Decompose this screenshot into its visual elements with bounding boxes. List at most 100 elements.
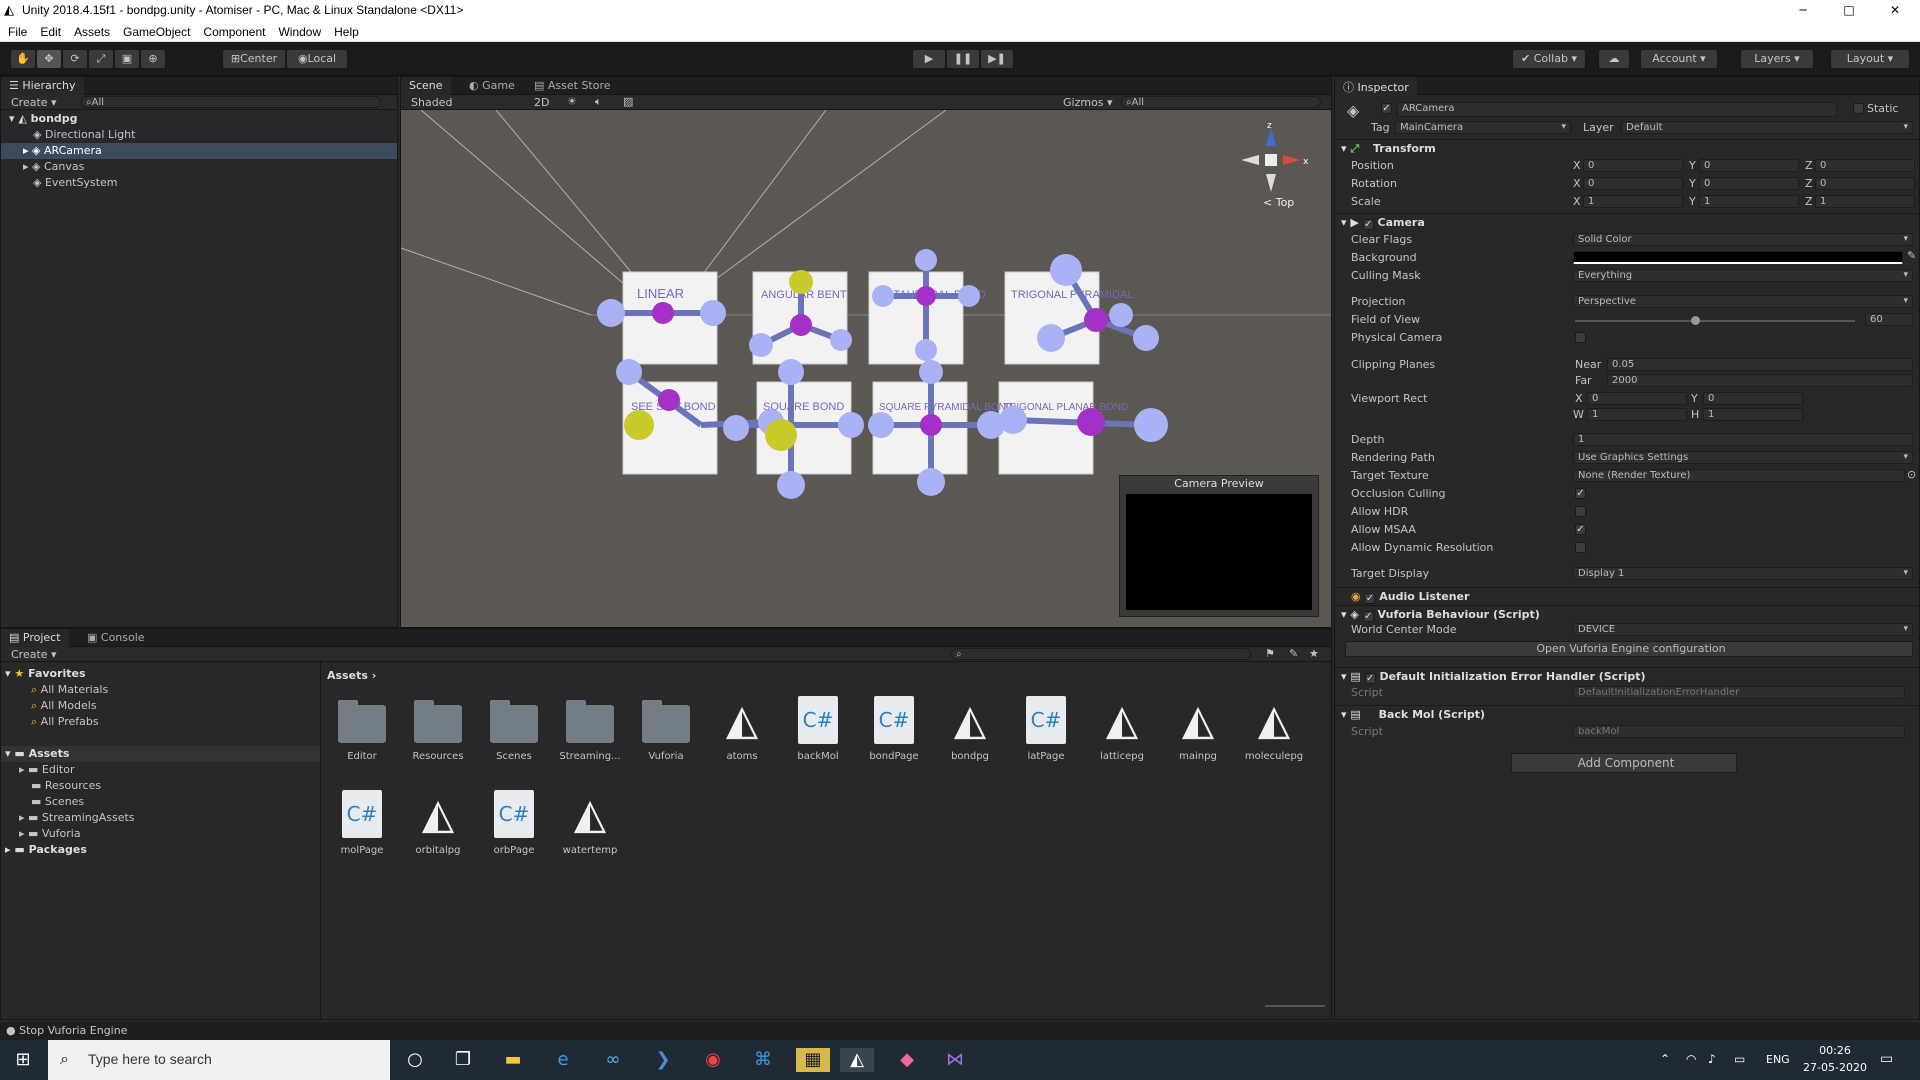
pivot-center-button[interactable]: ⊞Center (222, 49, 286, 69)
tag-dropdown[interactable]: MainCamera (1395, 121, 1571, 134)
object-name-field[interactable]: ARCamera (1397, 102, 1837, 117)
network-icon[interactable]: ◠ (1686, 1052, 1696, 1066)
allow-hdr-checkbox[interactable] (1575, 506, 1586, 517)
taskbar-search-box[interactable]: ⌕ Type here to search (48, 1040, 390, 1080)
asset-folder-item[interactable]: ▬ Scenes (1, 794, 320, 810)
transform-z-field[interactable]: 1 (1815, 195, 1915, 208)
viewport-y-field[interactable]: 0 (1703, 392, 1803, 405)
physical-camera-checkbox[interactable] (1575, 332, 1586, 343)
vuforia-behaviour-header[interactable]: ▾ ◈ ✓ Vuforia Behaviour (Script) (1335, 605, 1919, 623)
hand-tool-icon[interactable]: ✋ (10, 49, 36, 69)
transform-z-field[interactable]: 0 (1815, 159, 1915, 172)
hierarchy-item-selected[interactable]: ▸ ◈ ARCamera (1, 143, 397, 159)
project-create-dropdown[interactable]: Create ▾ (11, 648, 57, 661)
file-explorer-icon[interactable]: ▬ (500, 1048, 526, 1072)
allow-msaa-checkbox[interactable]: ✓ (1575, 524, 1586, 535)
favorite-item[interactable]: ⌕ All Models (1, 698, 320, 714)
powershell-icon[interactable]: ❯ (650, 1048, 676, 1072)
audio-icon[interactable]: 🔈︎ (595, 95, 602, 109)
filter-type-icon[interactable]: ⚑ (1265, 647, 1275, 660)
asset-item[interactable]: ◭ orbitalpg (403, 789, 473, 856)
menu-component[interactable]: Component (203, 22, 265, 39)
layout-dropdown[interactable]: Layout ▾ (1830, 49, 1910, 69)
chrome-icon[interactable]: ◉ (700, 1048, 726, 1072)
asset-item[interactable]: Vuforia (631, 695, 701, 762)
asset-item[interactable]: ◭ atoms (707, 695, 777, 762)
asset-item[interactable]: Streaming... (555, 695, 625, 762)
rotate-tool-icon[interactable]: ⟳ (62, 49, 88, 69)
transform-y-field[interactable]: 0 (1699, 177, 1799, 190)
fov-field[interactable]: 60 (1865, 313, 1913, 326)
open-vuforia-config-button[interactable]: Open Vuforia Engine configuration (1345, 641, 1913, 657)
transform-y-field[interactable]: 0 (1699, 159, 1799, 172)
cloud-icon[interactable]: ☁ (1598, 49, 1630, 69)
scene-search-input[interactable]: ⌕All (1121, 96, 1321, 108)
asset-item[interactable]: ◭ bondpg (935, 695, 1005, 762)
clear-flags-dropdown[interactable]: Solid Color (1573, 233, 1913, 246)
asset-item[interactable]: C# backMol (783, 695, 853, 762)
asset-item[interactable]: C# latPage (1011, 695, 1081, 762)
background-color-field[interactable] (1573, 251, 1903, 264)
tab-asset-store[interactable]: ▤ Asset Store (526, 77, 619, 95)
2d-toggle[interactable]: 2D (534, 96, 549, 109)
hierarchy-search-input[interactable]: ⌕All (81, 96, 381, 108)
unity-taskbar-icon[interactable]: ◭ (840, 1048, 874, 1072)
asset-folder-item[interactable]: ▸ ▬ StreamingAssets (1, 810, 320, 826)
transform-tool-icon[interactable]: ⊕ (140, 49, 166, 69)
pivot-local-button[interactable]: ◉Local (286, 49, 348, 69)
viewport-x-field[interactable]: 0 (1587, 392, 1687, 405)
play-button[interactable]: ▶ (912, 49, 946, 69)
tab-scene[interactable]: Scene (401, 77, 451, 95)
clock-date[interactable]: 27-05-2020 (1800, 1061, 1870, 1074)
layers-dropdown[interactable]: Layers ▾ (1740, 49, 1814, 69)
task-view-icon[interactable]: ❐ (450, 1048, 476, 1072)
static-checkbox[interactable] (1853, 103, 1864, 114)
target-texture-field[interactable]: None (Render Texture) (1573, 469, 1905, 482)
transform-z-field[interactable]: 0 (1815, 177, 1915, 190)
favorite-item[interactable]: ⌕ All Materials (1, 682, 320, 698)
clock-time[interactable]: 00:26 (1812, 1044, 1858, 1057)
asset-item[interactable]: C# molPage (327, 789, 397, 856)
asset-item[interactable]: C# orbPage (479, 789, 549, 856)
volume-icon[interactable]: ♪ (1708, 1052, 1716, 1066)
target-display-dropdown[interactable]: Display 1 (1573, 567, 1913, 580)
audio-listener-header[interactable]: ◉ ✓ Audio Listener (1335, 587, 1919, 605)
windows-start-icon[interactable]: ⊞ (10, 1048, 36, 1072)
menu-window[interactable]: Window (278, 22, 321, 39)
transform-x-field[interactable]: 0 (1583, 159, 1683, 172)
effects-icon[interactable]: ▨ (623, 95, 633, 108)
camera-header[interactable]: ▾ ▶ ✓ Camera (1335, 213, 1919, 231)
viewport-h-field[interactable]: 1 (1703, 408, 1803, 421)
menu-assets[interactable]: Assets (74, 22, 110, 39)
keyboard-icon[interactable]: ▭ (1734, 1052, 1745, 1066)
project-search-input[interactable]: ⌕ (951, 648, 1251, 660)
tab-hierarchy[interactable]: ☰ Hierarchy (1, 77, 84, 95)
transform-y-field[interactable]: 1 (1699, 195, 1799, 208)
asset-item[interactable]: C# bondPage (859, 695, 929, 762)
allow-dynamic-resolution-checkbox[interactable] (1575, 542, 1586, 553)
favorite-star-icon[interactable]: ★ (1309, 647, 1319, 660)
project-breadcrumb[interactable]: Assets › (327, 669, 376, 682)
icon-size-slider[interactable] (1265, 1005, 1325, 1007)
photo-app-icon[interactable]: ▦ (796, 1048, 830, 1072)
visual-studio-icon[interactable]: ⋈ (942, 1048, 968, 1072)
edge-icon[interactable]: e (550, 1048, 576, 1072)
menu-file[interactable]: File (8, 22, 27, 39)
projection-dropdown[interactable]: Perspective (1573, 295, 1913, 308)
error-handler-header[interactable]: ▾ ▤ ✓ Default Initialization Error Handl… (1335, 667, 1919, 685)
layer-dropdown[interactable]: Default (1621, 121, 1913, 134)
orientation-gizmo[interactable]: z x (1231, 120, 1311, 200)
tab-inspector[interactable]: ⓘ Inspector (1335, 77, 1417, 95)
near-field[interactable]: 0.05 (1607, 358, 1913, 371)
scene-root[interactable]: ▾ ◭ bondpg (1, 111, 397, 127)
world-center-mode-dropdown[interactable]: DEVICE (1573, 623, 1913, 636)
infinity-app-icon[interactable]: ∞ (600, 1048, 626, 1072)
tab-game[interactable]: ◐ Game (461, 77, 523, 95)
asset-folder-item[interactable]: ▬ Resources (1, 778, 320, 794)
account-dropdown[interactable]: Account ▾ (1640, 49, 1718, 69)
tab-project[interactable]: ▤ Project (1, 629, 69, 647)
hierarchy-item[interactable]: ◈ EventSystem (1, 175, 397, 191)
hierarchy-item[interactable]: ◈ Directional Light (1, 127, 397, 143)
transform-x-field[interactable]: 1 (1583, 195, 1683, 208)
eyedropper-icon[interactable]: ✎ (1907, 249, 1916, 262)
